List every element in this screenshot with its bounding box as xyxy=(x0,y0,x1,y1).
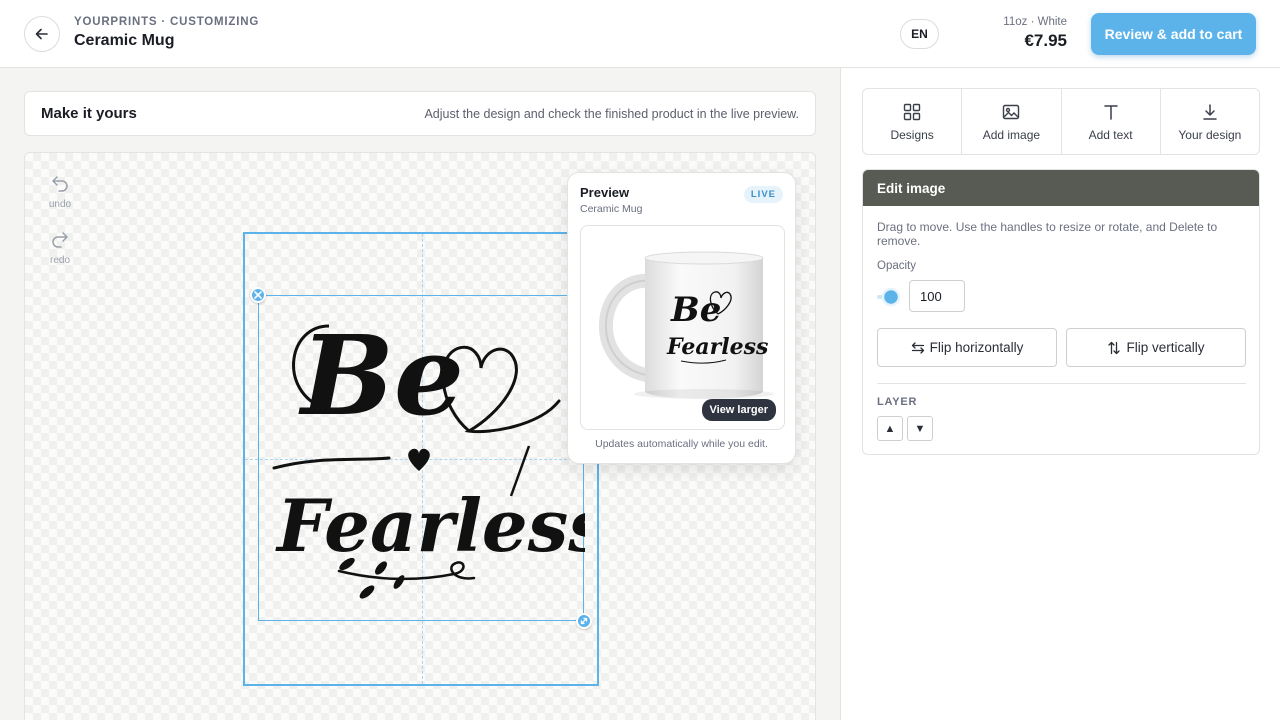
layer-up-button[interactable]: ▲ xyxy=(877,416,903,441)
edit-image-panel: Edit image Drag to move. Use the handles… xyxy=(862,169,1260,455)
page-title: Ceramic Mug xyxy=(74,32,175,49)
grid-icon xyxy=(903,103,921,120)
delete-handle[interactable] xyxy=(250,287,266,303)
view-larger-button[interactable]: View larger xyxy=(701,399,776,421)
live-preview-card: Preview Ceramic Mug LIVE Be Fearless Vie… xyxy=(567,172,796,464)
flip-horizontal-button[interactable]: Flip horizontally xyxy=(877,328,1057,367)
design-line-fearless: Fearless xyxy=(275,483,585,568)
flip-vertical-icon xyxy=(1108,341,1121,354)
back-button[interactable] xyxy=(24,16,60,52)
tool-tabs: Designs Add image Add text Your design xyxy=(862,88,1260,155)
intro-hint: Adjust the design and check the finished… xyxy=(424,107,799,121)
text-icon xyxy=(1103,104,1118,120)
resize-icon xyxy=(580,617,588,625)
preview-subtitle: Ceramic Mug xyxy=(580,203,643,215)
resize-handle[interactable] xyxy=(576,613,592,629)
tool-your-design-label: Your design xyxy=(1178,127,1242,142)
intro-title: Make it yours xyxy=(41,105,137,122)
tool-add-text[interactable]: Add text xyxy=(1062,89,1161,154)
mug-preview-image[interactable]: Be Fearless View larger xyxy=(580,225,785,430)
arrow-left-icon xyxy=(35,28,48,40)
tool-designs-label: Designs xyxy=(890,127,934,142)
opacity-slider[interactable] xyxy=(877,287,901,307)
download-icon xyxy=(1203,103,1217,120)
flip-vertical-label: Flip vertically xyxy=(1126,340,1205,355)
redo-icon xyxy=(52,232,68,248)
selected-design[interactable]: Be Fearless xyxy=(250,287,592,629)
live-badge: LIVE xyxy=(743,186,783,203)
redo-label: redo xyxy=(49,255,70,266)
undo-icon xyxy=(52,176,68,192)
tool-add-text-label: Add text xyxy=(1088,127,1133,142)
preview-note: Updates automatically while you edit. xyxy=(595,438,768,450)
variant-label: 11oz · White xyxy=(1003,16,1067,28)
layer-down-button[interactable]: ▼ xyxy=(907,416,933,441)
divider xyxy=(877,383,1246,384)
right-panel: Designs Add image Add text Your design E… xyxy=(840,68,1280,720)
edit-panel-title: Edit image xyxy=(863,170,1259,206)
design-line-be: Be xyxy=(298,311,464,440)
flip-horizontal-label: Flip horizontally xyxy=(929,340,1024,355)
opacity-label: Opacity xyxy=(877,260,916,272)
tool-your-design[interactable]: Your design xyxy=(1161,89,1259,154)
language-button[interactable]: EN xyxy=(900,19,939,49)
image-icon xyxy=(1003,104,1020,119)
top-header: YOURPRINTS · CUSTOMIZING Ceramic Mug EN … xyxy=(0,0,1280,68)
preview-design-fearless: Fearless xyxy=(666,334,768,360)
breadcrumb: YOURPRINTS · CUSTOMIZING xyxy=(74,16,260,28)
preview-title: Preview xyxy=(580,185,630,200)
edit-help-text: Drag to move. Use the handles to resize … xyxy=(877,220,1218,248)
price-label: €7.95 xyxy=(1024,31,1067,50)
redo-button[interactable]: redo xyxy=(40,229,80,266)
intro-bar: Make it yours Adjust the design and chec… xyxy=(24,91,816,136)
review-add-to-cart-button[interactable]: Review & add to cart xyxy=(1091,13,1256,55)
tool-designs[interactable]: Designs xyxy=(863,89,963,154)
opacity-input[interactable] xyxy=(909,280,965,312)
tool-add-image[interactable]: Add image xyxy=(962,89,1062,154)
be-fearless-artwork: Be Fearless xyxy=(272,311,585,599)
close-icon xyxy=(254,291,262,299)
flip-horizontal-icon xyxy=(911,341,924,354)
tool-add-image-label: Add image xyxy=(982,127,1041,142)
undo-label: undo xyxy=(48,199,72,210)
layer-label: LAYER xyxy=(877,396,918,408)
flip-vertical-button[interactable]: Flip vertically xyxy=(1066,328,1246,367)
undo-button[interactable]: undo xyxy=(40,173,80,210)
